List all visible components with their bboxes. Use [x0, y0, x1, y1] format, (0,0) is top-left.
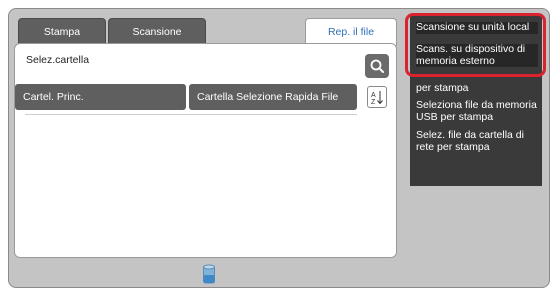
storage-icon: [203, 264, 215, 284]
panel-title: Selez.cartella: [26, 54, 90, 66]
sidebar-item-select-usb-file[interactable]: Seleziona file da memoria USB per stampa: [416, 99, 538, 123]
sidebar-item-print-partial[interactable]: per stampa: [416, 82, 538, 95]
sort-az-icon: A Z: [371, 91, 383, 106]
divider: [25, 114, 357, 115]
svg-text:A: A: [371, 92, 376, 99]
tab-scansione[interactable]: Scansione: [108, 18, 206, 44]
folder-button-home[interactable]: Cartel. Princ.: [15, 84, 186, 110]
search-button[interactable]: [365, 54, 389, 78]
search-icon: [370, 59, 384, 73]
sort-button[interactable]: A Z: [367, 86, 387, 108]
folder-button-quick-select[interactable]: Cartella Selezione Rapida File: [189, 84, 357, 110]
sidebar-item-select-network-file[interactable]: Selez. file da cartella di rete per stam…: [416, 129, 538, 153]
folder-panel: Selez.cartella Cartel. Princ. Cartella S…: [14, 43, 397, 258]
svg-text:Z: Z: [371, 99, 376, 106]
tab-rep-il-file[interactable]: Rep. il file: [305, 18, 397, 46]
tab-stampa[interactable]: Stampa: [18, 18, 106, 44]
highlight-outline: [405, 13, 546, 77]
